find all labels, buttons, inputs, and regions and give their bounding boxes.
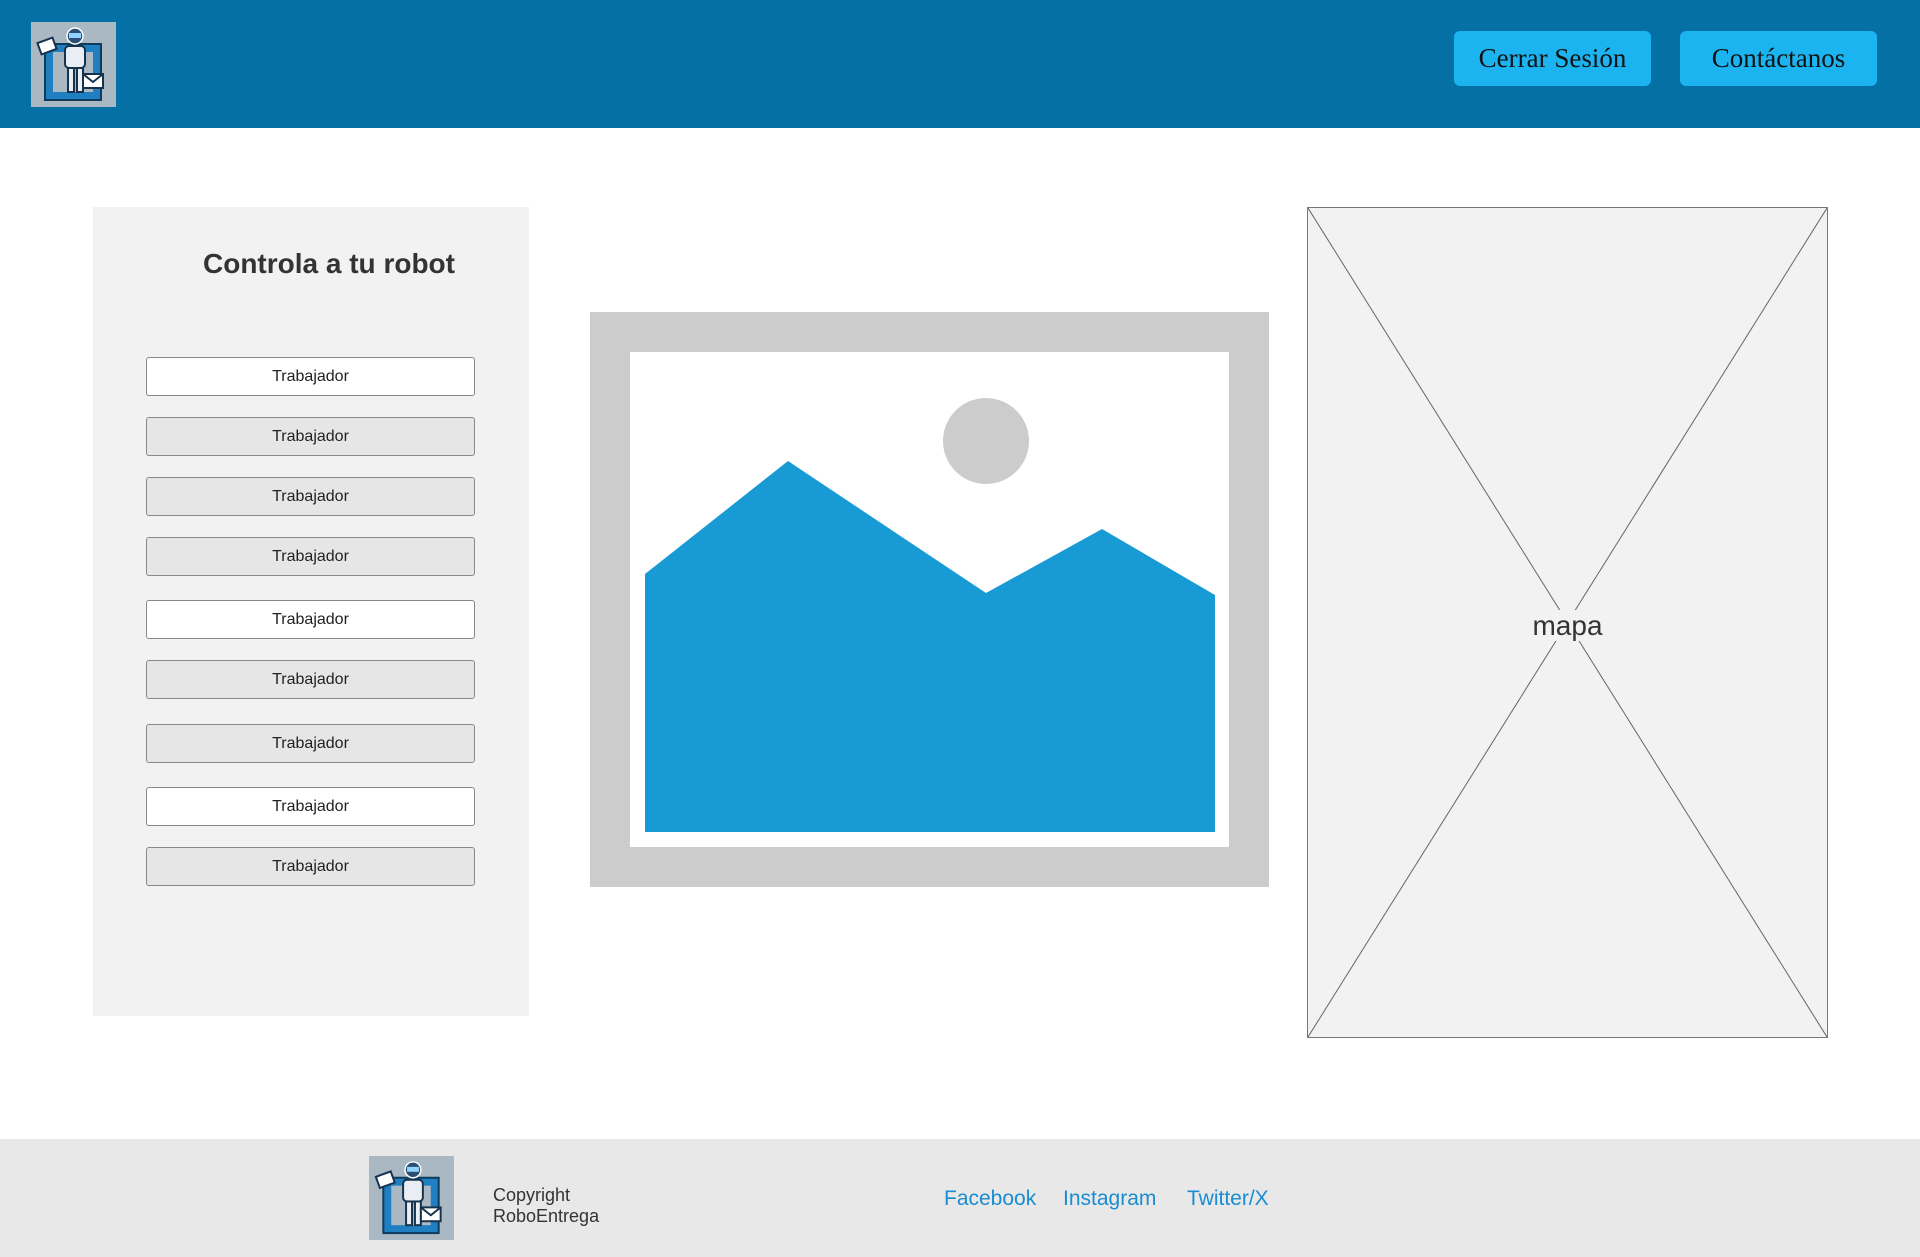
robot-logo-icon[interactable] bbox=[31, 22, 116, 107]
worker-button[interactable]: Trabajador bbox=[146, 357, 475, 396]
twitter-link[interactable]: Twitter/X bbox=[1187, 1187, 1269, 1211]
copyright-text: Copyright RoboEntrega bbox=[493, 1185, 599, 1227]
worker-button[interactable]: Trabajador bbox=[146, 660, 475, 699]
company-name: RoboEntrega bbox=[493, 1206, 600, 1226]
instagram-link[interactable]: Instagram bbox=[1063, 1187, 1156, 1211]
logout-button[interactable]: Cerrar Sesión bbox=[1454, 31, 1651, 86]
map-label: mapa bbox=[1522, 610, 1613, 641]
worker-button[interactable]: Trabajador bbox=[146, 724, 475, 763]
panel-title: Controla a tu robot bbox=[203, 248, 455, 279]
footer: Copyright RoboEntrega Facebook Instagram… bbox=[0, 1139, 1920, 1257]
worker-button[interactable]: Trabajador bbox=[146, 847, 475, 886]
map-placeholder: mapa bbox=[1307, 207, 1828, 1038]
worker-button[interactable]: Trabajador bbox=[146, 600, 475, 639]
robot-control-panel: Controla a tu robot Trabajador Trabajado… bbox=[93, 207, 529, 1016]
worker-button[interactable]: Trabajador bbox=[146, 787, 475, 826]
copyright-line: Copyright bbox=[493, 1185, 571, 1205]
robot-logo-icon bbox=[369, 1156, 454, 1240]
image-icon bbox=[630, 352, 1229, 847]
worker-button[interactable]: Trabajador bbox=[146, 417, 475, 456]
worker-button[interactable]: Trabajador bbox=[146, 537, 475, 576]
top-header: Cerrar Sesión Contáctanos bbox=[0, 0, 1920, 128]
facebook-link[interactable]: Facebook bbox=[944, 1187, 1036, 1211]
worker-button[interactable]: Trabajador bbox=[146, 477, 475, 516]
contact-button[interactable]: Contáctanos bbox=[1680, 31, 1877, 86]
image-placeholder bbox=[590, 312, 1269, 887]
